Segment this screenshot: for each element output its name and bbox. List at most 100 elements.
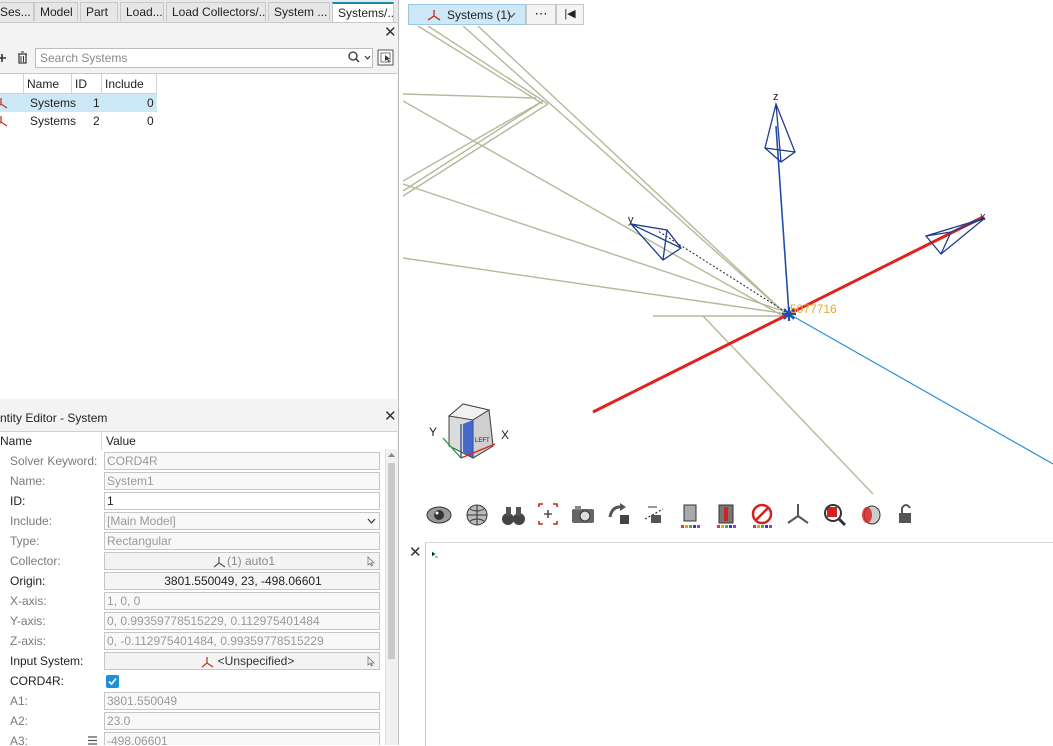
editor-scrollbar[interactable]: [385, 449, 397, 745]
systems-view-tab[interactable]: Systems (1): [408, 4, 526, 25]
id-column-header[interactable]: ID: [72, 74, 102, 94]
y-axis-letter: y: [628, 214, 634, 226]
prompt-icon: [431, 551, 438, 558]
tab-load-collectors[interactable]: Load Collectors/...: [166, 2, 266, 21]
field-label: Include:: [10, 514, 53, 528]
search-icon[interactable]: [348, 51, 372, 65]
console-close-icon[interactable]: ✕: [409, 545, 422, 560]
tab-load[interactable]: Load...: [120, 2, 164, 21]
command-console[interactable]: [425, 542, 1053, 746]
tab-session[interactable]: Ses...: [0, 2, 34, 21]
row-id: 1: [93, 96, 100, 110]
scroll-up-icon[interactable]: [387, 452, 396, 458]
row-name: Systems: [30, 114, 77, 128]
include-column-header[interactable]: Include: [102, 74, 157, 94]
more-options-button[interactable]: ⋯: [526, 4, 556, 25]
graphics-viewport[interactable]: z y x 5077716 LEFT X Y: [403, 26, 1053, 496]
field-z-axis: Z-axis: 0, -0.112975401484, 0.9935977851…: [0, 631, 384, 651]
entity-editor-grid: Name Value Solver Keyword: CORD4R Name: …: [0, 431, 397, 745]
row-name: Systems: [30, 96, 77, 110]
input-system-selector[interactable]: <Unspecified>: [104, 652, 380, 670]
field-a3: A3: -498.06601: [0, 731, 384, 745]
globe-icon[interactable]: [462, 497, 492, 531]
section-icon[interactable]: [639, 497, 669, 531]
search-input[interactable]: [35, 48, 373, 68]
field-label: A2:: [10, 714, 29, 728]
cursor-icon: [367, 556, 375, 567]
tab-part[interactable]: Part: [80, 2, 118, 21]
color-cube-icon[interactable]: [675, 497, 705, 531]
field-label: A3:: [10, 734, 29, 745]
field-label: Type:: [10, 534, 40, 548]
field-collector: Collector: (1) auto1: [0, 551, 384, 571]
field-value[interactable]: System1: [104, 472, 380, 490]
view-tab-label: Systems (1): [447, 8, 512, 22]
browser-close-icon[interactable]: ✕: [384, 25, 397, 40]
view-cube[interactable]: LEFT X Y: [429, 403, 509, 459]
cursor-icon: [367, 656, 375, 667]
field-label: Origin:: [10, 574, 46, 588]
field-cord4r: CORD4R:: [0, 671, 384, 691]
field-label: Solver Keyword:: [10, 454, 98, 468]
field-value: 3801.550049: [104, 692, 380, 710]
transparency-icon[interactable]: [855, 497, 885, 531]
field-value: 1, 0, 0: [104, 592, 380, 610]
browser-tab-bar: Ses... Model Part Load... Load Collector…: [0, 0, 398, 23]
include-value: [Main Model]: [107, 514, 176, 528]
field-value: 23.0: [104, 712, 380, 730]
field-value: 0, 0.99359778515229, 0.112975401484: [104, 612, 380, 630]
icon-column-header: [0, 74, 24, 94]
view-cube-x-label: X: [501, 428, 509, 442]
split-icon[interactable]: [711, 497, 741, 531]
systems-browser: Name ID Include Systems 1 0 Systems 2 0: [0, 73, 397, 399]
tab-model[interactable]: Model: [34, 2, 78, 21]
x-axis-letter: x: [980, 211, 986, 223]
no-entry-icon[interactable]: [747, 497, 777, 531]
table-row[interactable]: Systems 1 0: [0, 94, 157, 112]
cord4r-checkbox[interactable]: [106, 675, 119, 688]
collector-selector[interactable]: (1) auto1: [104, 552, 380, 570]
fit-view-icon[interactable]: [533, 497, 563, 531]
entity-editor-header: ntity Editor - System ✕: [0, 408, 397, 428]
origin-button[interactable]: 3801.550049, 23, -498.06601: [104, 572, 380, 590]
field-origin: Origin: 3801.550049, 23, -498.06601: [0, 571, 384, 591]
field-solver-keyword: Solver Keyword: CORD4R: [0, 451, 384, 471]
field-label: Y-axis:: [10, 614, 46, 628]
editor-close-icon[interactable]: ✕: [384, 409, 397, 424]
rotate-icon[interactable]: [604, 497, 634, 531]
field-a1: A1: 3801.550049: [0, 691, 384, 711]
field-label: Collector:: [10, 554, 61, 568]
system-icon: [427, 10, 441, 21]
field-x-axis: X-axis: 1, 0, 0: [0, 591, 384, 611]
magnify-icon[interactable]: [819, 497, 849, 531]
lock-icon[interactable]: [891, 497, 921, 531]
scrollbar-thumb[interactable]: [388, 463, 395, 659]
left-panel: Ses... Model Part Load... Load Collector…: [0, 0, 399, 745]
add-icon[interactable]: [0, 52, 7, 66]
tab-systems[interactable]: Systems/...: [332, 2, 394, 22]
system-triad-icon[interactable]: [783, 497, 813, 531]
delete-icon[interactable]: [16, 51, 29, 65]
field-include: Include: [Main Model]: [0, 511, 384, 531]
field-name: Name: System1: [0, 471, 384, 491]
node-id-label: 5077716: [790, 302, 837, 316]
first-page-button[interactable]: |◀: [556, 4, 584, 25]
field-label: ID:: [10, 494, 26, 508]
include-dropdown[interactable]: [Main Model]: [104, 512, 380, 530]
entity-editor-title: ntity Editor - System: [0, 411, 108, 425]
field-label: Name:: [10, 474, 46, 488]
field-value: 0, -0.112975401484, 0.99359778515229: [104, 632, 380, 650]
field-id: ID: 1: [0, 491, 384, 511]
visibility-eye-icon[interactable]: [424, 497, 454, 531]
system-z-axis: [775, 125, 790, 315]
binoculars-icon[interactable]: [498, 497, 528, 531]
list-icon[interactable]: [87, 736, 98, 745]
name-column-header[interactable]: Name: [24, 74, 72, 94]
camera-icon[interactable]: [568, 497, 598, 531]
table-row[interactable]: Systems 2 0: [0, 112, 157, 130]
field-value: -498.06601: [104, 732, 380, 745]
tab-system[interactable]: System ...: [268, 2, 330, 21]
collector-icon: [213, 557, 226, 568]
column-select-icon[interactable]: [377, 49, 395, 67]
id-input[interactable]: 1: [104, 492, 380, 510]
